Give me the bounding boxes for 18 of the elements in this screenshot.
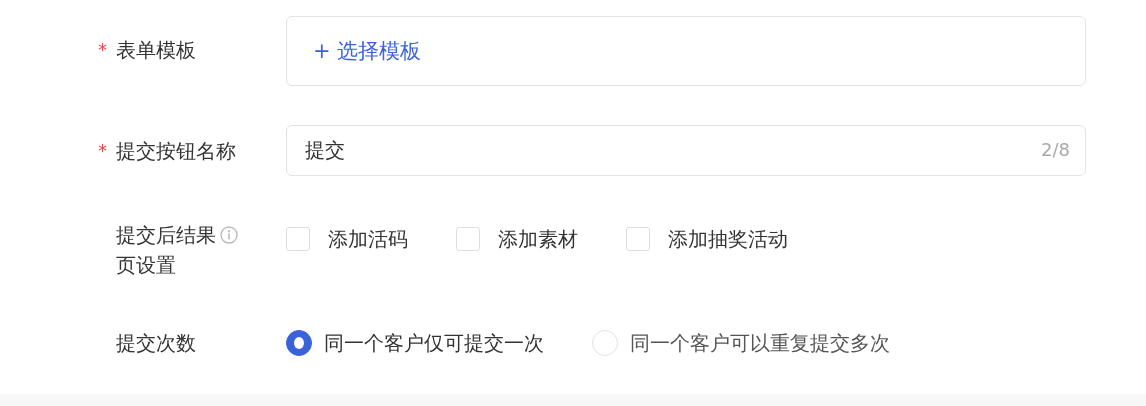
- radio-button[interactable]: [286, 330, 312, 356]
- field-label: 提交次数: [116, 331, 196, 355]
- field-label: 表单模板: [116, 38, 196, 62]
- char-counter: 2/8: [1041, 139, 1070, 160]
- radio-label: 同一个客户可以重复提交多次: [630, 330, 890, 357]
- checkbox[interactable]: [456, 227, 480, 251]
- radio-label: 同一个客户仅可提交一次: [324, 330, 544, 357]
- required-mark: *: [98, 38, 108, 62]
- info-icon[interactable]: [220, 226, 238, 244]
- checkbox[interactable]: [286, 227, 310, 251]
- required-mark: *: [98, 139, 108, 163]
- field-label: 提交后结果页设置: [116, 222, 217, 279]
- checkbox-label: 添加素材: [498, 226, 578, 253]
- field-label: 提交按钮名称: [116, 139, 236, 163]
- select-template-button[interactable]: + 选择模板: [313, 37, 422, 65]
- checkbox-label: 添加抽奖活动: [668, 226, 788, 253]
- checkbox[interactable]: [626, 227, 650, 251]
- checkbox-label: 添加活码: [328, 226, 408, 253]
